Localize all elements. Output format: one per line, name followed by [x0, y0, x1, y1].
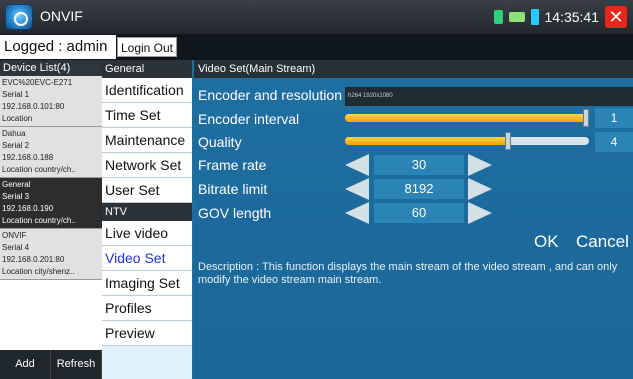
device-location: Location	[2, 114, 33, 123]
menu-group-ntv: NTV	[102, 203, 192, 221]
device-list-item[interactable]: Dahua Serial 2 192.168.0.188 Location count…	[0, 127, 102, 178]
title-bar: ONVIF 14:35:41 ✕	[0, 0, 633, 34]
add-device-button[interactable]: Add	[0, 350, 51, 379]
encoder-label: Encoder and resolution	[198, 87, 342, 103]
frame-rate-label: Frame rate	[198, 157, 267, 173]
menu-item-identification[interactable]: Identification	[102, 78, 192, 103]
device-list-item[interactable]: General Serial 3 192.168.0.190 Location cou…	[0, 178, 102, 229]
device-name: EVC%20EVC-E271	[2, 78, 73, 87]
device-serial: Serial 3	[2, 192, 30, 201]
menu-item-user-set[interactable]: User Set	[102, 178, 192, 203]
bitrate-decrease-icon[interactable]	[345, 178, 369, 200]
network-icon	[508, 12, 525, 22]
battery-icon	[530, 9, 539, 25]
encoder-resolution-select[interactable]: h264 1920x1080	[345, 87, 633, 106]
login-bar: Logged : admin Login Out	[0, 34, 633, 60]
frame-rate-value: 30	[374, 155, 464, 175]
device-name: ONVIF	[2, 231, 27, 240]
menu-group-general: General	[102, 60, 192, 78]
gov-length-label: GOV length	[198, 205, 272, 221]
bitrate-increase-icon[interactable]	[468, 178, 492, 200]
device-location: Location country/ch..	[2, 165, 76, 174]
encoder-interval-label: Encoder interval	[198, 111, 300, 127]
quality-label: Quality	[198, 134, 242, 150]
menu-item-maintenance[interactable]: Maintenance	[102, 128, 192, 153]
device-ip: 192.168.0.190	[2, 204, 54, 213]
gov-length-value: 60	[374, 203, 464, 223]
device-serial: Serial 2	[2, 141, 30, 150]
device-ip: 192.168.0.188	[2, 153, 54, 162]
bitrate-value: 8192	[374, 179, 464, 199]
gov-length-increase-icon[interactable]	[468, 202, 492, 224]
device-ip: 192.168.0.101:80	[2, 102, 65, 111]
ok-button[interactable]: OK	[534, 232, 559, 252]
menu-item-preview[interactable]: Preview	[102, 321, 192, 346]
settings-menu: General Identification Time Set Maintenanc…	[102, 60, 194, 379]
quality-slider[interactable]	[345, 132, 589, 150]
cancel-button[interactable]: Cancel	[576, 232, 629, 252]
device-location: Location country/ch..	[2, 216, 76, 225]
device-serial: Serial 1	[2, 90, 30, 99]
login-out-button[interactable]: Login Out	[117, 37, 177, 57]
quality-value: 4	[595, 132, 633, 152]
device-list-item[interactable]: EVC%20EVC-E271 Serial 1 192.168.0.101:80 Lo…	[0, 76, 102, 127]
quality-handle[interactable]	[505, 132, 511, 150]
menu-item-imaging-set[interactable]: Imaging Set	[102, 271, 192, 296]
encoder-interval-fill	[345, 114, 587, 122]
app-title: ONVIF	[40, 8, 83, 24]
frame-rate-decrease-icon[interactable]	[345, 154, 369, 176]
menu-item-profiles[interactable]: Profiles	[102, 296, 192, 321]
description-text: Description : This function displays the…	[198, 261, 618, 286]
device-serial: Serial 4	[2, 243, 30, 252]
logged-in-status: Logged : admin	[0, 35, 116, 59]
sim-card-icon	[493, 10, 503, 24]
menu-item-live-video[interactable]: Live video	[102, 221, 192, 246]
frame-rate-increase-icon[interactable]	[468, 154, 492, 176]
quality-fill	[345, 137, 508, 145]
device-list-item[interactable]: ONVIF Serial 4 192.168.0.201:80 Location ci…	[0, 229, 102, 280]
menu-item-network-set[interactable]: Network Set	[102, 153, 192, 178]
device-name: Dahua	[2, 129, 26, 138]
video-set-panel: Video Set(Main Stream) Encoder and resol…	[194, 60, 633, 379]
device-name: General	[2, 180, 31, 189]
encoder-interval-handle[interactable]	[583, 109, 589, 127]
device-ip: 192.168.0.201:80	[2, 255, 65, 264]
encoder-interval-value: 1	[595, 108, 633, 128]
device-list-header: Device List(4)	[0, 60, 102, 76]
menu-item-time-set[interactable]: Time Set	[102, 103, 192, 128]
device-actions: Add Refresh	[0, 350, 102, 379]
clock: 14:35:41	[544, 9, 600, 25]
status-area: 14:35:41 ✕	[493, 5, 627, 29]
gov-length-decrease-icon[interactable]	[345, 202, 369, 224]
encoder-interval-slider[interactable]	[345, 109, 589, 127]
refresh-button[interactable]: Refresh	[51, 350, 102, 379]
bitrate-label: Bitrate limit	[198, 181, 268, 197]
panel-title: Video Set(Main Stream)	[194, 60, 633, 78]
device-list: Device List(4) EVC%20EVC-E271 Serial 1 192…	[0, 60, 102, 379]
onvif-logo-icon	[5, 4, 33, 30]
close-icon[interactable]: ✕	[605, 6, 627, 28]
device-location: Location city/shenz..	[2, 267, 75, 276]
menu-item-video-set[interactable]: Video Set	[102, 246, 192, 271]
